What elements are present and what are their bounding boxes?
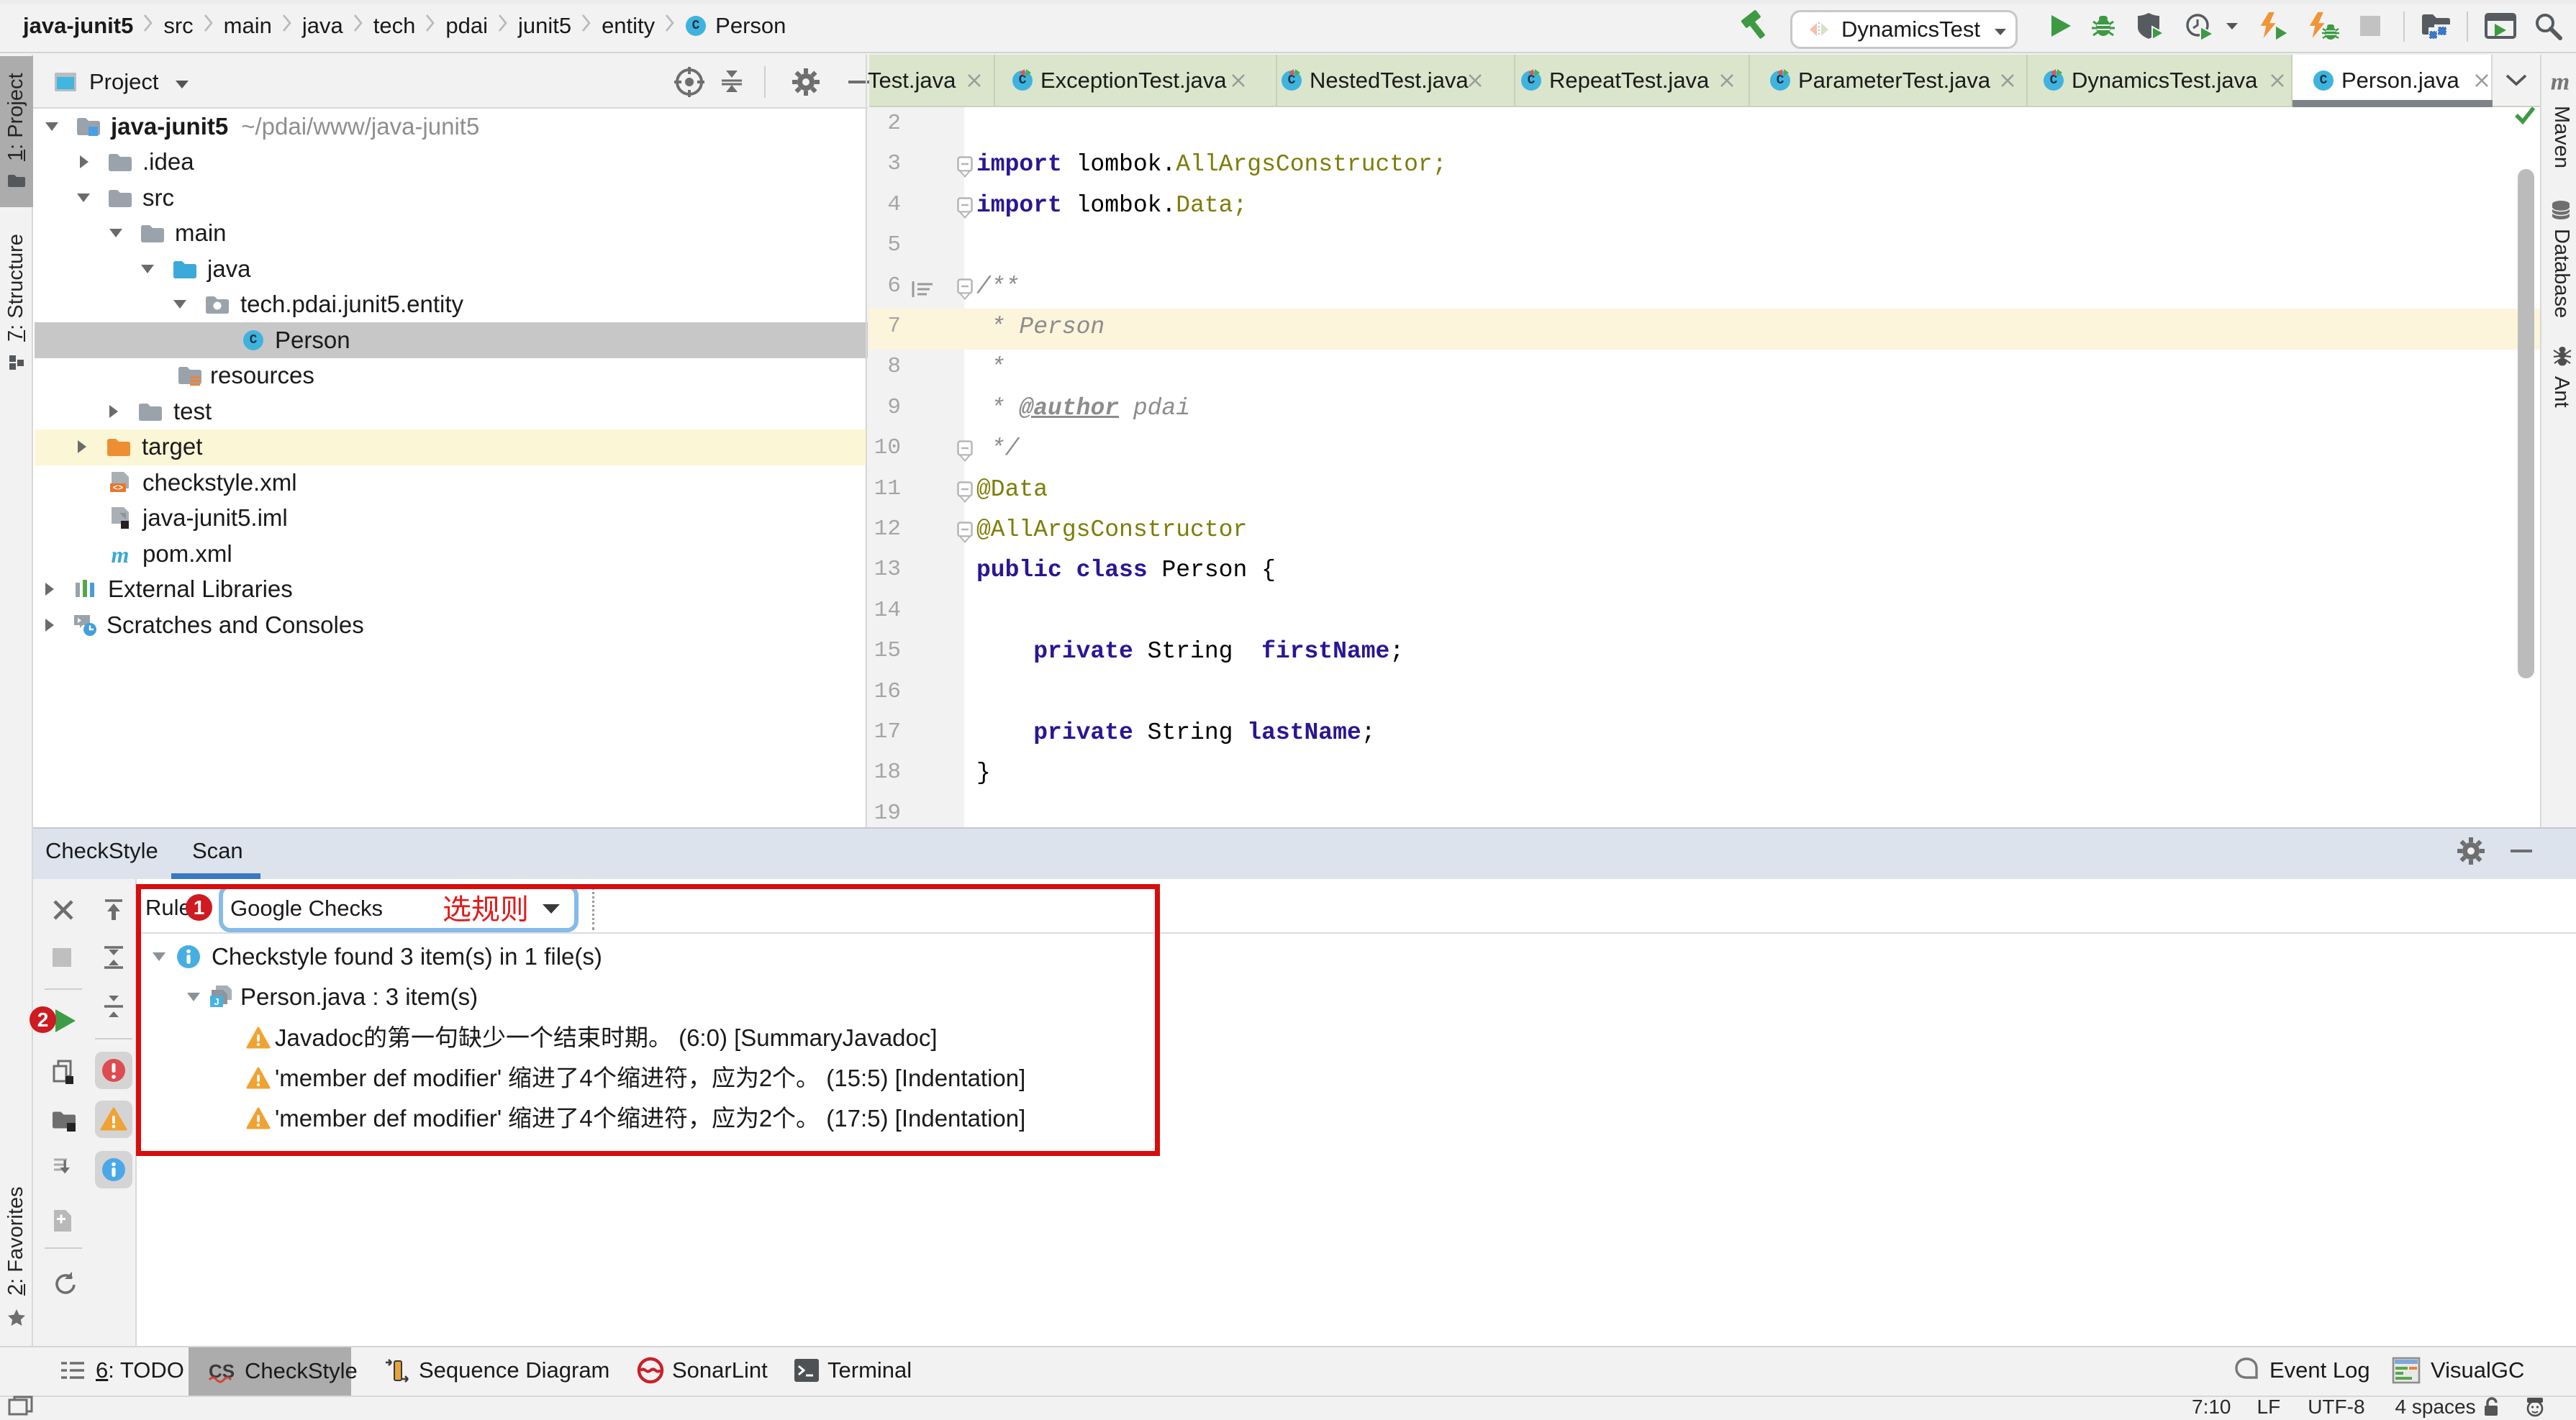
svg-text:C: C (1528, 73, 1536, 88)
svg-text:m: m (2551, 69, 2570, 94)
svg-text:m: m (112, 543, 130, 565)
svg-text:<>: <> (113, 483, 123, 493)
svg-text:C: C (1019, 73, 1027, 88)
svg-text:C: C (1777, 73, 1784, 88)
svg-text:C: C (2320, 73, 2328, 88)
svg-text:C: C (2050, 73, 2058, 88)
svg-text:C: C (692, 19, 700, 33)
svg-text:C: C (1288, 73, 1296, 88)
svg-text:C: C (250, 333, 258, 347)
